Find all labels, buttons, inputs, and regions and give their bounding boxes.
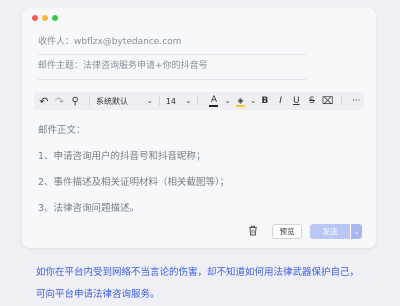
format-painter-icon[interactable]: ⚲ [67,92,83,110]
email-compose-window: 收件人：wbflzx@bytedance.com 邮件主题：法律咨询服务申请+你… [22,8,376,248]
trash-icon[interactable] [248,225,258,239]
formatting-toolbar: ↶ ↷ ⚲ 系统默认 ⌄ 14 ⌄ A ⌄ ◈ ⌄ B I U S ⌧ ··· [34,92,364,110]
text-color-swatch [209,104,219,107]
send-options-button[interactable]: ⌄ [350,224,362,239]
toolbar-separator [89,96,90,106]
body-line: 1、申请咨询用户的抖音号和抖音昵称； [38,151,206,162]
minimize-dot[interactable] [42,15,48,21]
chevron-down-icon: ⌄ [146,97,153,105]
subject-divider [38,79,306,80]
bold-button[interactable]: B [257,92,273,110]
italic-button[interactable]: I [273,92,289,110]
close-dot[interactable] [32,15,38,21]
subject-value: 法律咨询服务申请+你的抖音号 [83,61,208,71]
window-controls [32,15,58,21]
body-line: 3、法律咨询问题描述。 [38,203,140,214]
chevron-down-icon: ⌄ [353,227,360,236]
subject-label: 邮件主题： [38,61,84,71]
maximize-dot[interactable] [52,15,58,21]
body-line: 邮件正文： [38,125,86,136]
recipient-value: wbflzx@bytedance.com [74,37,182,47]
strikethrough-button[interactable]: S [304,92,320,110]
preview-button[interactable]: 预览 [272,224,302,239]
chevron-down-icon[interactable]: ⌄ [224,92,232,110]
undo-icon[interactable]: ↶ [36,92,52,110]
body-line: 2、事件描述及相关证明材料（相关截图等）； [38,177,230,188]
highlight-button[interactable]: ◈ [232,92,250,110]
highlight-color-swatch [235,104,245,107]
underline-button[interactable]: U [288,92,304,110]
email-body-editor[interactable]: 邮件正文： 1、申请咨询用户的抖音号和抖音昵称； 2、事件描述及相关证明材料（相… [38,118,229,222]
toolbar-separator [158,96,160,106]
font-size-select[interactable]: 14 ⌄ [166,92,191,110]
chevron-down-icon: ⌄ [185,97,192,105]
subject-field[interactable]: 邮件主题：法律咨询服务申请+你的抖音号 [38,58,208,71]
info-line: 如你在平台内受到网络不当言论的伤害，却不知道如何用法律武器保护自己， [36,267,360,278]
font-family-select[interactable]: 系统默认 ⌄ [96,92,153,110]
toolbar-separator [341,96,343,106]
toolbar-separator [197,96,199,106]
recipient-label: 收件人： [38,37,75,47]
info-paragraph: 如你在平台内受到网络不当言论的伤害，却不知道如何用法律武器保护自己， 可向平台申… [36,262,386,306]
highlight-icon: ◈ [237,95,244,105]
font-family-value: 系统默认 [96,96,128,106]
clear-format-icon[interactable]: ⌧ [320,92,336,110]
more-options-icon[interactable]: ··· [348,92,364,110]
send-button[interactable]: 发送 [310,224,350,239]
recipient-divider [38,54,306,55]
text-color-button[interactable]: A [204,92,224,110]
font-size-value: 14 [165,96,176,106]
chevron-down-icon[interactable]: ⌄ [249,92,257,110]
info-line: 可向平台申请法律咨询服务。 [36,289,160,300]
redo-icon[interactable]: ↷ [52,92,68,110]
recipient-field[interactable]: 收件人：wbflzx@bytedance.com [38,34,181,47]
text-color-icon: A [210,94,218,105]
